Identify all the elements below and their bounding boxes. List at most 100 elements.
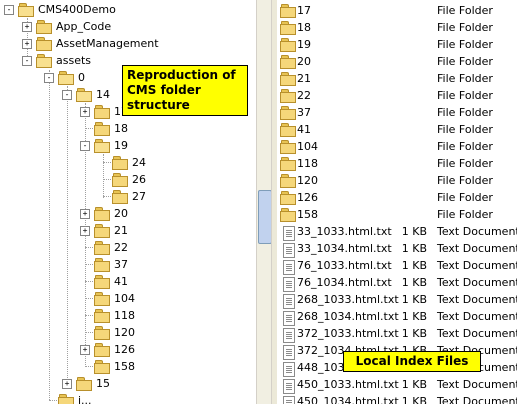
file-name: 37 <box>297 106 311 119</box>
tree-scrollbar-thumb[interactable] <box>258 190 272 244</box>
tree-item-label: i... <box>78 394 92 404</box>
list-row-file[interactable]: 268_1034.html.txt 1 KB Text Document <box>277 308 517 326</box>
tree-item-label: 0 <box>78 71 85 84</box>
file-size: 1 KB <box>401 293 427 306</box>
tree-item-label: 27 <box>132 190 146 203</box>
folder-icon <box>94 343 110 357</box>
tree-item-label: 26 <box>132 173 146 186</box>
tree-item-label: assets <box>56 54 92 67</box>
list-row-file[interactable]: 268_1033.html.txt 1 KB Text Document <box>277 291 517 309</box>
folder-icon <box>94 275 110 289</box>
file-name: 118 <box>297 157 318 170</box>
collapse-icon[interactable]: - <box>4 5 14 15</box>
tree-item-label: 118 <box>114 309 135 322</box>
file-size: 1 KB <box>401 276 427 289</box>
tree-item-label: 22 <box>114 241 128 254</box>
folder-icon <box>280 123 296 137</box>
folder-icon <box>280 21 296 35</box>
list-row-file[interactable]: 33_1034.html.txt 1 KB Text Document <box>277 240 517 258</box>
collapse-icon[interactable]: - <box>44 73 54 83</box>
file-name: 41 <box>297 123 311 136</box>
file-name: 21 <box>297 72 311 85</box>
file-size: 1 KB <box>401 378 427 391</box>
collapse-icon[interactable]: - <box>80 141 90 151</box>
tree-item-label: AssetManagement <box>56 37 159 50</box>
list-row-folder[interactable]: 104 File Folder <box>277 138 517 155</box>
file-type: Text Document <box>437 276 517 289</box>
file-name: 19 <box>297 38 311 51</box>
folder-icon <box>280 208 296 222</box>
file-size: 1 KB <box>401 259 427 272</box>
file-type: File Folder <box>437 174 493 187</box>
file-name: 22 <box>297 89 311 102</box>
list-row-folder[interactable]: 37 File Folder <box>277 104 517 121</box>
expand-icon[interactable]: + <box>80 209 90 219</box>
file-size: 1 KB <box>401 242 427 255</box>
file-size: 1 KB <box>401 310 427 323</box>
folder-tree-pane: - CMS400Demo + App_Code + AssetManagement - ass… <box>0 0 256 404</box>
tree-connector-line <box>103 154 104 198</box>
file-type: File Folder <box>437 157 493 170</box>
text-document-icon <box>280 361 296 377</box>
tree-item-label: App_Code <box>56 20 112 33</box>
expand-icon[interactable]: + <box>62 379 72 389</box>
collapse-icon[interactable]: - <box>22 56 32 66</box>
list-row-file[interactable]: 372_1033.html.txt 1 KB Text Document <box>277 325 517 343</box>
tree-item-label: 158 <box>114 360 135 373</box>
folder-icon <box>280 140 296 154</box>
folder-icon <box>280 174 296 188</box>
expand-icon[interactable]: + <box>80 107 90 117</box>
text-document-icon <box>280 293 296 309</box>
file-type: Text Document <box>437 225 517 238</box>
open-folder-icon <box>36 54 52 68</box>
folder-icon <box>280 89 296 103</box>
list-row-folder[interactable]: 20 File Folder <box>277 53 517 70</box>
text-document-icon <box>280 276 296 292</box>
file-name: 158 <box>297 208 318 221</box>
folder-icon <box>280 4 296 18</box>
file-type: Text Document <box>437 378 517 391</box>
list-row-folder[interactable]: 22 File Folder <box>277 87 517 104</box>
list-row-folder[interactable]: 18 File Folder <box>277 19 517 36</box>
tree-item-label: CMS400Demo <box>38 3 116 16</box>
tree-item-label: 120 <box>114 326 135 339</box>
folder-icon <box>94 360 110 374</box>
list-row-file[interactable]: 450_1033.html.txt 1 KB Text Document <box>277 376 517 394</box>
expand-icon[interactable]: + <box>22 39 32 49</box>
list-row-folder[interactable]: 126 File Folder <box>277 189 517 206</box>
list-row-folder[interactable]: 41 File Folder <box>277 121 517 138</box>
list-row-folder[interactable]: 158 File Folder <box>277 206 517 223</box>
file-type: Text Document <box>437 395 517 404</box>
file-type: Text Document <box>437 293 517 306</box>
file-name: 268_1033.html.txt <box>297 293 399 306</box>
text-document-icon <box>280 327 296 343</box>
file-name: 450_1033.html.txt <box>297 378 399 391</box>
list-row-folder[interactable]: 118 File Folder <box>277 155 517 172</box>
collapse-icon[interactable]: - <box>62 90 72 100</box>
list-row-folder[interactable]: 19 File Folder <box>277 36 517 53</box>
tree-vertical-scrollbar[interactable] <box>256 0 272 404</box>
list-row-folder[interactable]: 120 File Folder <box>277 172 517 189</box>
file-type: Text Document <box>437 310 517 323</box>
file-name: 33_1034.html.txt <box>297 242 392 255</box>
open-folder-icon <box>94 139 110 153</box>
file-name: 372_1033.html.txt <box>297 327 399 340</box>
list-row-file[interactable]: 76_1034.html.txt 1 KB Text Document <box>277 274 517 292</box>
file-name: 33_1033.html.txt <box>297 225 392 238</box>
list-row-folder[interactable]: 17 File Folder <box>277 2 517 19</box>
list-row-file[interactable]: 450_1034.html.txt 1 KB Text Document <box>277 393 517 404</box>
expand-icon[interactable]: + <box>22 22 32 32</box>
file-type: Text Document <box>437 327 517 340</box>
folder-icon <box>280 38 296 52</box>
file-type: File Folder <box>437 123 493 136</box>
list-row-folder[interactable]: 21 File Folder <box>277 70 517 87</box>
folder-icon <box>36 37 52 51</box>
tree-item-label: 14 <box>96 88 110 101</box>
list-row-file[interactable]: 33_1033.html.txt 1 KB Text Document <box>277 223 517 241</box>
list-row-file[interactable]: 76_1033.html.txt 1 KB Text Document <box>277 257 517 275</box>
expand-icon[interactable]: + <box>80 226 90 236</box>
folder-icon <box>280 191 296 205</box>
expand-icon[interactable]: + <box>80 345 90 355</box>
file-type: Text Document <box>437 259 517 272</box>
file-type: File Folder <box>437 55 493 68</box>
